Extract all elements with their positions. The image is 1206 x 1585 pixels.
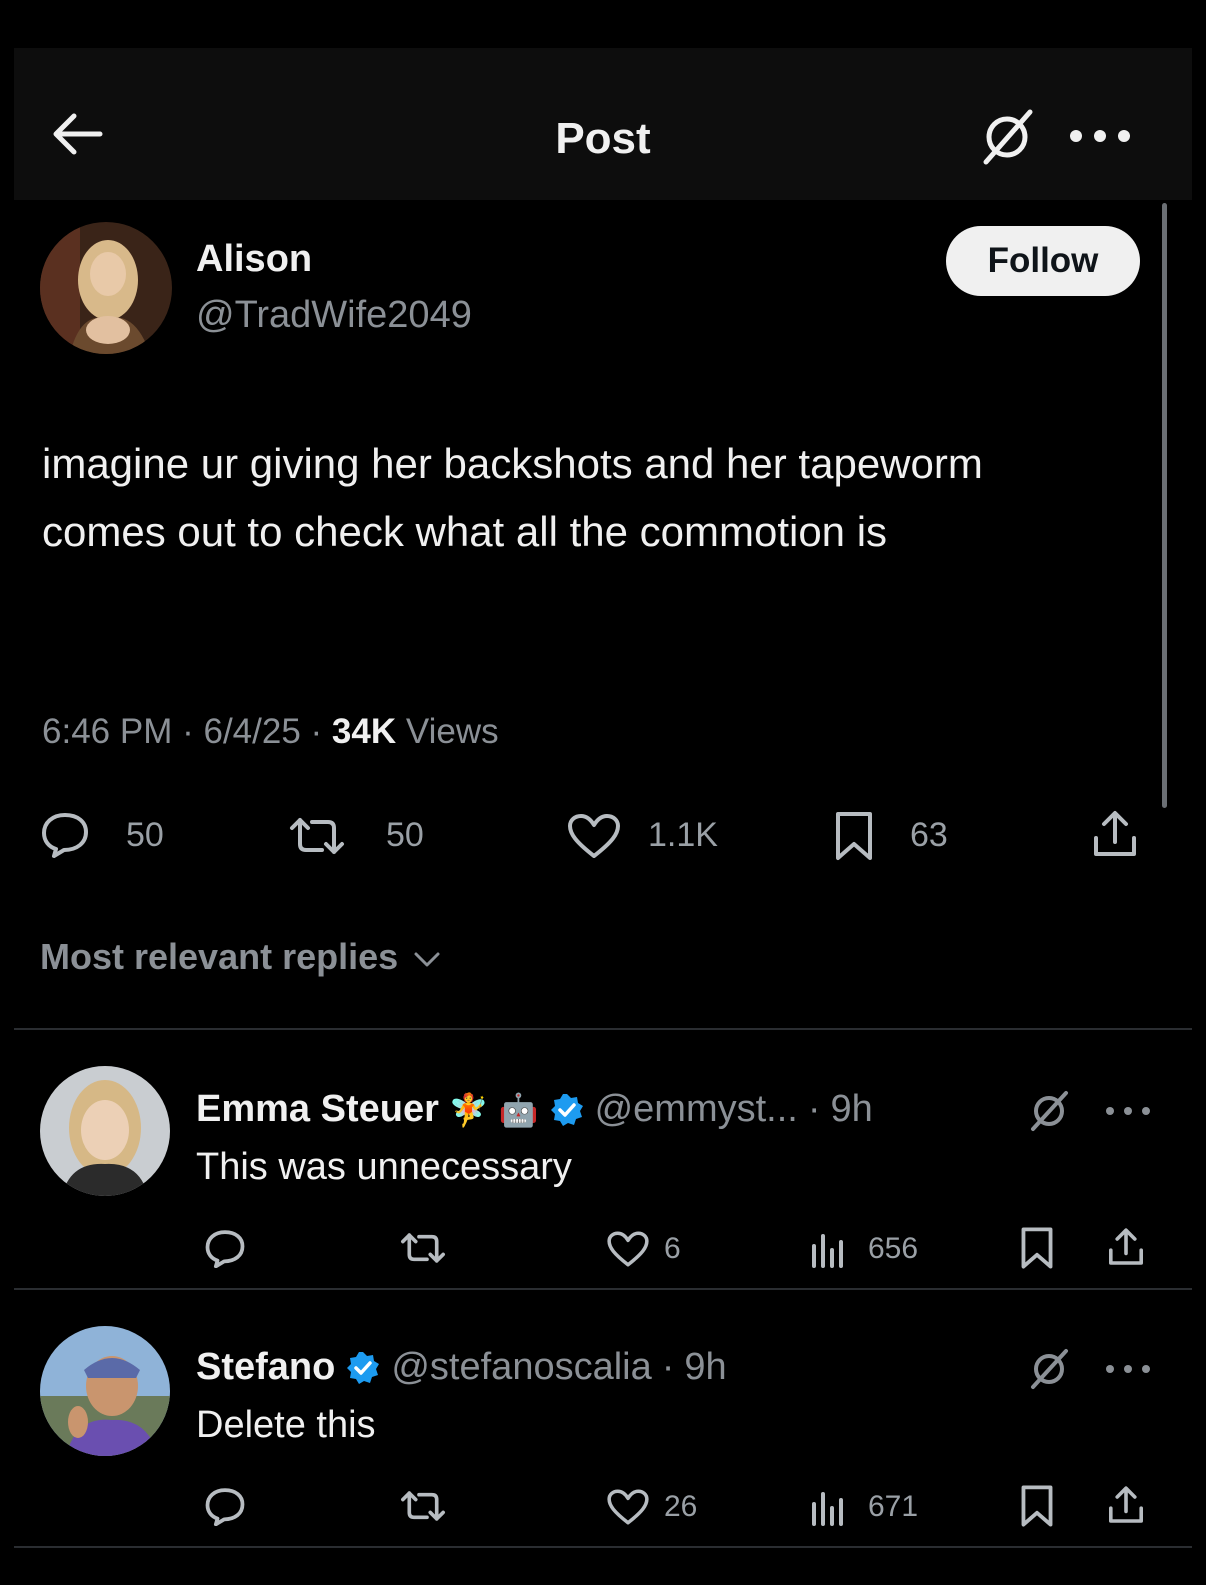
author-name[interactable]: Alison <box>196 238 312 281</box>
scrollbar[interactable] <box>1162 203 1167 808</box>
like-count: 1.1K <box>648 816 718 854</box>
post-meta: 6:46 PM · 6/4/25 · 34K Views <box>42 712 499 752</box>
divider <box>14 1288 1192 1290</box>
bookmark-icon[interactable] <box>832 810 876 862</box>
replies-sort-label: Most relevant replies <box>40 936 399 977</box>
reply-text: This was unnecessary <box>196 1146 572 1188</box>
reply-time: 9h <box>684 1346 727 1388</box>
views-chart-icon[interactable] <box>810 1230 846 1268</box>
verified-badge-icon <box>347 1351 380 1384</box>
reply-icon[interactable] <box>204 1228 246 1268</box>
reply-avatar-image <box>40 1066 170 1196</box>
share-icon[interactable] <box>1106 1226 1146 1268</box>
heart-icon[interactable] <box>606 1230 650 1268</box>
more-horizontal-icon[interactable] <box>1066 128 1136 144</box>
meta-separator: · <box>182 712 194 751</box>
reply-author-name[interactable]: Emma Steuer <box>196 1088 439 1131</box>
meta-separator: · <box>310 712 323 751</box>
reply-time: 9h <box>830 1088 873 1130</box>
avatar[interactable] <box>40 1066 170 1196</box>
author-avatar-image <box>40 222 172 354</box>
avatar[interactable] <box>40 1326 170 1456</box>
views-label: Views <box>405 712 499 751</box>
reply-separator: · <box>807 1088 821 1130</box>
post-date: 6/4/25 <box>203 712 301 751</box>
like-count: 26 <box>664 1490 698 1523</box>
reply-icon[interactable] <box>204 1486 246 1526</box>
reply-text: Delete this <box>196 1404 376 1446</box>
grok-icon[interactable] <box>1028 1348 1070 1390</box>
robot-badge: 🤖 <box>498 1091 539 1128</box>
top-bar: Post <box>14 48 1192 200</box>
reply-handle[interactable]: @emmyst... <box>595 1088 798 1131</box>
reply-header: Stefano @stefanoscalia · 9h <box>196 1346 727 1389</box>
heart-icon[interactable] <box>566 812 622 860</box>
divider <box>14 1028 1192 1030</box>
reply-count: 50 <box>126 816 164 854</box>
more-horizontal-icon[interactable] <box>1104 1364 1152 1374</box>
post-text: imagine ur giving her backshots and her … <box>42 440 983 555</box>
post-screen: Post Alison @TradWife2049 Follow imagine… <box>14 48 1192 1573</box>
reply-separator: · <box>661 1346 675 1388</box>
views-count: 34K <box>331 712 397 751</box>
share-icon[interactable] <box>1090 808 1140 860</box>
replies-sort-dropdown[interactable]: Most relevant replies <box>40 936 442 978</box>
more-horizontal-icon[interactable] <box>1104 1106 1152 1116</box>
repost-icon[interactable] <box>398 1230 448 1266</box>
views-count: 671 <box>868 1490 919 1523</box>
reply-header: Emma Steuer 🧚 🤖 @emmyst... · 9h <box>196 1088 873 1131</box>
post-time: 6:46 PM <box>42 712 173 751</box>
avatar[interactable] <box>40 222 172 354</box>
follow-button[interactable]: Follow <box>946 226 1140 296</box>
verified-badge-icon <box>550 1093 583 1126</box>
reply-author-name[interactable]: Stefano <box>196 1346 335 1389</box>
bookmark-count: 63 <box>910 816 948 854</box>
divider <box>14 1546 1192 1548</box>
reply-handle[interactable]: @stefanoscalia <box>391 1346 651 1389</box>
repost-count: 50 <box>386 816 424 854</box>
views-count: 656 <box>868 1232 919 1265</box>
bookmark-icon[interactable] <box>1018 1226 1056 1270</box>
repost-icon[interactable] <box>398 1488 448 1524</box>
author-handle[interactable]: @TradWife2049 <box>196 294 472 337</box>
like-count: 6 <box>664 1232 681 1265</box>
grok-icon[interactable] <box>978 108 1036 166</box>
views-chart-icon[interactable] <box>810 1488 846 1526</box>
fairy-badge: 🧚 <box>448 1091 489 1128</box>
bookmark-icon[interactable] <box>1018 1484 1056 1528</box>
chevron-down-icon <box>414 952 440 967</box>
share-icon[interactable] <box>1106 1484 1146 1526</box>
reply-avatar-image <box>40 1326 170 1456</box>
repost-icon[interactable] <box>286 814 348 858</box>
grok-icon[interactable] <box>1028 1090 1070 1132</box>
reply-icon[interactable] <box>40 810 90 858</box>
heart-icon[interactable] <box>606 1488 650 1526</box>
